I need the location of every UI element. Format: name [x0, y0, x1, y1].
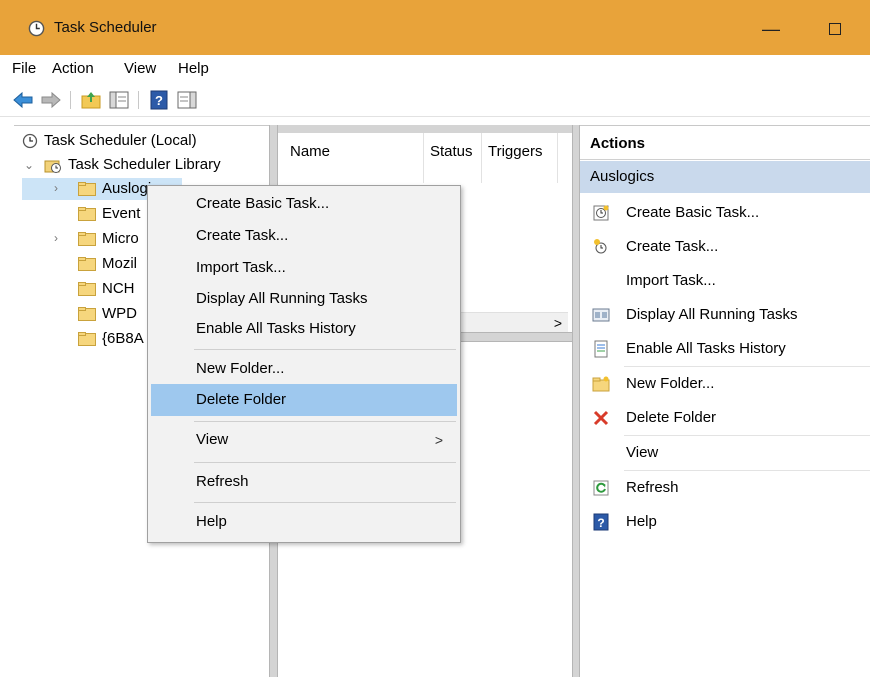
- context-item-import-task[interactable]: Import Task...: [151, 252, 457, 284]
- tree-item-label: Event: [102, 205, 141, 222]
- toolbar: ?: [0, 84, 870, 117]
- tree-item-label: WPD: [102, 305, 137, 322]
- chevron-down-icon[interactable]: ⌄: [24, 154, 34, 176]
- context-item-refresh[interactable]: Refresh: [151, 466, 457, 498]
- context-item-new-folder[interactable]: New Folder...: [151, 353, 457, 385]
- menu-file[interactable]: File: [12, 60, 36, 77]
- maximize-icon: [829, 23, 841, 35]
- title-bar: Task Scheduler —: [0, 0, 870, 55]
- tree-item-label: Task Scheduler (Local): [44, 132, 197, 149]
- context-item-create-task[interactable]: Create Task...: [151, 220, 457, 252]
- action-import-task[interactable]: Import Task...: [580, 264, 870, 298]
- create-basic-task-icon: [593, 205, 609, 221]
- refresh-icon: [593, 480, 609, 496]
- folder-icon: [78, 307, 96, 321]
- action-help[interactable]: ? Help: [580, 505, 870, 539]
- folder-icon: [78, 282, 96, 296]
- delete-x-icon: [593, 410, 609, 426]
- context-item-label: New Folder...: [196, 360, 285, 377]
- action-create-task[interactable]: Create Task...: [580, 230, 870, 264]
- context-item-label: Delete Folder: [196, 391, 287, 408]
- context-item-enable-tasks-history[interactable]: Enable All Tasks History: [151, 313, 457, 345]
- context-item-view[interactable]: View >: [151, 424, 457, 456]
- action-new-folder[interactable]: New Folder...: [580, 367, 870, 401]
- column-header-status[interactable]: Status: [424, 133, 482, 183]
- context-menu: Create Basic Task... Create Task... Impo…: [147, 185, 461, 543]
- tree-item-label: Mozil: [102, 255, 138, 272]
- window-title: Task Scheduler: [54, 19, 157, 36]
- actions-header: Actions: [580, 128, 870, 160]
- chevron-right-icon[interactable]: ›: [54, 177, 58, 199]
- tree-item-label: {6B8A: [102, 330, 144, 347]
- svg-text:?: ?: [597, 516, 604, 530]
- action-label: Enable All Tasks History: [626, 340, 786, 357]
- action-label: Refresh: [626, 479, 679, 496]
- menu-view[interactable]: View: [124, 60, 156, 77]
- context-item-label: Help: [196, 513, 227, 530]
- chevron-right-icon[interactable]: ›: [54, 227, 58, 249]
- folder-up-icon[interactable]: [80, 89, 102, 111]
- action-label: Create Basic Task...: [626, 204, 760, 221]
- svg-text:?: ?: [155, 93, 163, 108]
- folder-icon: [78, 257, 96, 271]
- context-item-help[interactable]: Help: [151, 506, 457, 538]
- action-label: New Folder...: [626, 375, 715, 392]
- help-icon[interactable]: ?: [148, 89, 170, 111]
- action-refresh[interactable]: Refresh: [580, 471, 870, 505]
- maximize-button[interactable]: [820, 14, 850, 44]
- context-item-label: View: [196, 431, 229, 448]
- menu-bar: File Action View Help: [0, 55, 870, 83]
- show-hide-tree-icon[interactable]: [108, 89, 130, 111]
- action-label: Display All Running Tasks: [626, 306, 798, 323]
- chevron-right-icon: >: [434, 432, 443, 448]
- running-tasks-icon: [592, 308, 610, 322]
- minimize-button[interactable]: —: [756, 14, 786, 44]
- action-create-basic-task[interactable]: Create Basic Task...: [580, 196, 870, 230]
- context-item-label: Enable All Tasks History: [196, 320, 356, 337]
- folder-icon: [78, 182, 96, 196]
- help-icon: ?: [593, 513, 609, 531]
- action-view[interactable]: View: [580, 436, 870, 470]
- action-label: Create Task...: [626, 238, 719, 255]
- context-item-label: Create Basic Task...: [196, 195, 330, 212]
- clock-icon: [28, 20, 45, 37]
- folder-icon: [78, 332, 96, 346]
- menu-help[interactable]: Help: [178, 60, 209, 77]
- scroll-right-icon[interactable]: >: [554, 313, 562, 333]
- context-item-delete-folder[interactable]: Delete Folder: [151, 384, 457, 416]
- action-label: Import Task...: [626, 272, 716, 289]
- action-display-running-tasks[interactable]: Display All Running Tasks: [580, 298, 870, 332]
- column-header-triggers[interactable]: Triggers: [482, 133, 558, 183]
- context-item-label: Create Task...: [196, 227, 289, 244]
- context-item-create-basic-task[interactable]: Create Basic Task...: [151, 188, 457, 220]
- context-item-label: Import Task...: [196, 259, 286, 276]
- menu-action[interactable]: Action: [52, 60, 94, 77]
- tree-item-label: Micro: [102, 230, 139, 247]
- column-header-name[interactable]: Name: [284, 133, 424, 183]
- action-delete-folder[interactable]: Delete Folder: [580, 401, 870, 435]
- tree-item-label: Task Scheduler Library: [68, 156, 221, 173]
- show-action-pane-icon[interactable]: [176, 89, 198, 111]
- context-item-display-running-tasks[interactable]: Display All Running Tasks: [151, 283, 457, 315]
- back-arrow-icon[interactable]: [12, 89, 34, 111]
- create-task-icon: [594, 239, 607, 254]
- context-item-label: Display All Running Tasks: [196, 290, 368, 307]
- folder-icon: [78, 232, 96, 246]
- action-label: Delete Folder: [626, 409, 717, 426]
- actions-pane: Actions Auslogics Create Basic Task... C…: [580, 125, 870, 678]
- tree-item-label: NCH: [102, 280, 135, 297]
- tasks-history-icon: [594, 340, 608, 358]
- folder-icon: [78, 207, 96, 221]
- action-enable-tasks-history[interactable]: Enable All Tasks History: [580, 332, 870, 366]
- new-folder-icon: [592, 376, 610, 392]
- clock-icon: [22, 133, 38, 149]
- folder-clock-icon: [44, 160, 61, 173]
- actions-section-title[interactable]: Auslogics: [580, 161, 870, 193]
- forward-arrow-icon[interactable]: [40, 89, 62, 111]
- pane-splitter[interactable]: [572, 125, 580, 677]
- context-item-label: Refresh: [196, 473, 249, 490]
- action-label: Help: [626, 513, 657, 530]
- action-label: View: [626, 444, 659, 461]
